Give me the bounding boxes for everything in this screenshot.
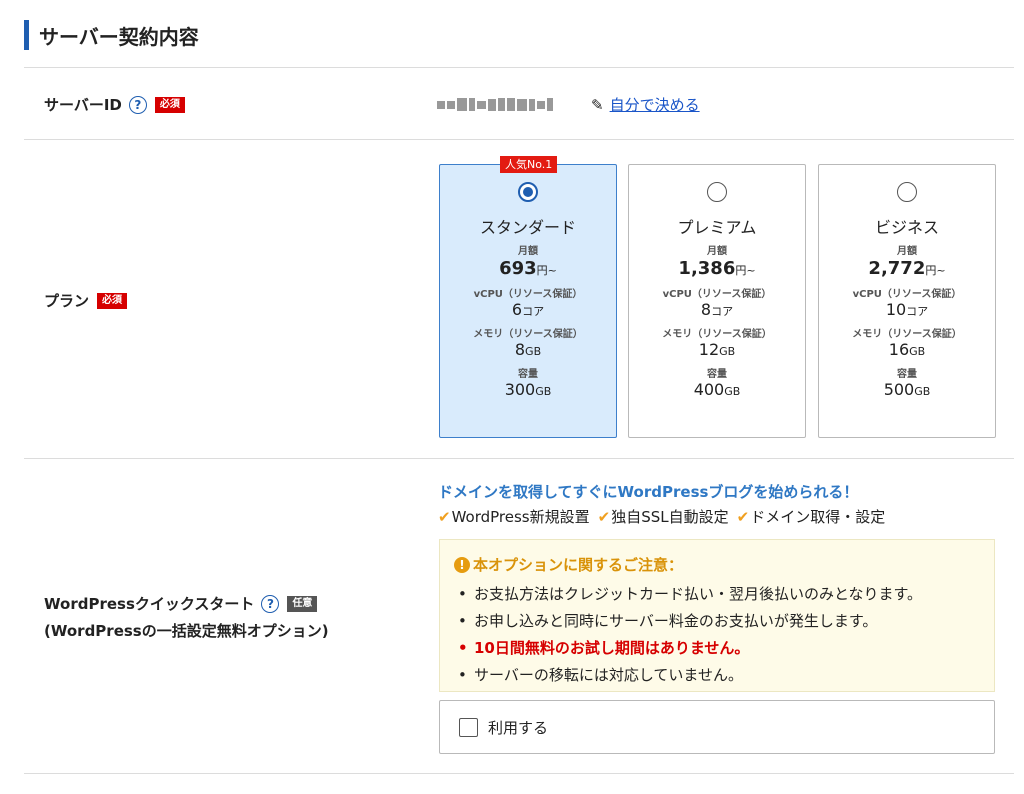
notice-item-warning: 10日間無料のお試し期間はありません。 bbox=[454, 635, 980, 662]
plan-name: プレミアム bbox=[677, 218, 757, 237]
cpu-label: vCPU（リソース保証） bbox=[473, 288, 583, 300]
masked-server-id bbox=[437, 98, 553, 111]
feature-list: ✔WordPress新規設置 ✔独自SSL自動設定 ✔ドメイン取得・設定 bbox=[438, 506, 885, 527]
section-title: サーバー契約内容 bbox=[39, 24, 199, 49]
required-badge: 必須 bbox=[154, 96, 185, 113]
optional-badge: 任意 bbox=[287, 595, 318, 612]
disk-value: 300GB bbox=[504, 380, 552, 400]
plan-card-standard[interactable]: 人気No.1 スタンダード 月額 693円~ vCPU（リソース保証） 6コア … bbox=[439, 156, 617, 438]
section-accent-bar bbox=[24, 20, 29, 50]
disk-label: 容量 bbox=[897, 369, 917, 381]
server-id-label: サーバーID bbox=[44, 96, 122, 114]
disk-label: 容量 bbox=[707, 369, 727, 381]
section-header: サーバー契約内容 bbox=[24, 20, 199, 50]
divider bbox=[24, 458, 1014, 459]
plan-radio-business[interactable] bbox=[897, 182, 917, 202]
divider bbox=[24, 773, 1014, 774]
pencil-icon: ✎ bbox=[591, 95, 604, 114]
memory-label: メモリ（リソース保証） bbox=[473, 328, 583, 340]
check-icon: ✔ bbox=[736, 508, 750, 526]
plan-name: ビジネス bbox=[874, 218, 939, 237]
disk-label: 容量 bbox=[518, 369, 538, 381]
price-label: 月額 bbox=[707, 246, 727, 257]
popular-badge: 人気No.1 bbox=[500, 156, 558, 174]
server-id-label-group: サーバーID ? 必須 bbox=[44, 94, 185, 115]
wp-quickstart-label: WordPressクイックスタート bbox=[44, 595, 255, 613]
disk-value: 500GB bbox=[883, 380, 931, 400]
notice-item: お申し込みと同時にサーバー料金のお支払いが発生します。 bbox=[454, 608, 980, 635]
warning-icon: ! bbox=[454, 556, 470, 573]
server-id-value: ✎ 自分で決める bbox=[437, 94, 700, 115]
memory-label: メモリ（リソース保証） bbox=[852, 328, 962, 340]
notice-title: ! 本オプションに関するご注意： bbox=[454, 554, 980, 575]
memory-value: 16GB bbox=[888, 339, 926, 359]
divider bbox=[24, 139, 1014, 140]
check-icon: ✔ bbox=[597, 508, 611, 526]
divider bbox=[24, 67, 1014, 68]
check-icon: ✔ bbox=[438, 508, 451, 526]
cpu-value: 6コア bbox=[511, 299, 545, 319]
plan-price: 693円~ bbox=[499, 258, 557, 279]
plan-card-business[interactable]: ビジネス 月額 2,772円~ vCPU（リソース保証） 10コア メモリ（リソ… bbox=[818, 164, 996, 438]
plan-radio-premium[interactable] bbox=[707, 182, 727, 202]
help-icon[interactable]: ? bbox=[261, 594, 280, 613]
feature-item: ✔WordPress新規設置 bbox=[438, 508, 590, 526]
plan-price: 1,386円~ bbox=[678, 258, 756, 279]
plan-card-premium[interactable]: プレミアム 月額 1,386円~ vCPU（リソース保証） 8コア メモリ（リソ… bbox=[628, 164, 806, 438]
notice-list: お支払方法はクレジットカード払い・翌月後払いのみとなります。 お申し込みと同時に… bbox=[454, 581, 980, 689]
wp-quickstart-label-group: WordPressクイックスタート ? 任意 bbox=[44, 593, 318, 614]
use-checkbox[interactable] bbox=[459, 717, 478, 737]
plan-label-group: プラン 必須 bbox=[44, 290, 128, 311]
cpu-label: vCPU（リソース保証） bbox=[662, 288, 772, 300]
feature-item: ✔ドメイン取得・設定 bbox=[736, 508, 886, 526]
cpu-value: 8コア bbox=[700, 299, 734, 319]
notice-item: サーバーの移転には対応していません。 bbox=[454, 662, 980, 689]
plan-name: スタンダード bbox=[479, 218, 576, 237]
required-badge: 必須 bbox=[97, 292, 128, 309]
plan-radio-standard[interactable] bbox=[518, 182, 538, 202]
price-label: 月額 bbox=[518, 246, 538, 257]
cpu-value: 10コア bbox=[885, 299, 929, 319]
use-option-box[interactable]: 利用する bbox=[439, 700, 995, 754]
plan-label: プラン bbox=[44, 292, 90, 310]
use-label: 利用する bbox=[488, 718, 549, 737]
memory-label: メモリ（リソース保証） bbox=[662, 328, 772, 340]
wp-heading: ドメインを取得してすぐにWordPressブログを始められる！ bbox=[438, 483, 859, 501]
notice-item: お支払方法はクレジットカード払い・翌月後払いのみとなります。 bbox=[454, 581, 980, 608]
memory-value: 8GB bbox=[514, 339, 542, 359]
price-label: 月額 bbox=[897, 246, 917, 257]
help-icon[interactable]: ? bbox=[128, 95, 147, 114]
choose-own-id-link[interactable]: 自分で決める bbox=[610, 94, 700, 115]
disk-value: 400GB bbox=[693, 380, 741, 400]
feature-item: ✔独自SSL自動設定 bbox=[597, 508, 729, 526]
wp-quickstart-sublabel: (WordPressの一括設定無料オプション) bbox=[44, 622, 329, 640]
memory-value: 12GB bbox=[698, 339, 736, 359]
cpu-label: vCPU（リソース保証） bbox=[852, 288, 962, 300]
option-notice: ! 本オプションに関するご注意： お支払方法はクレジットカード払い・翌月後払いの… bbox=[439, 539, 995, 692]
plan-price: 2,772円~ bbox=[868, 258, 946, 279]
